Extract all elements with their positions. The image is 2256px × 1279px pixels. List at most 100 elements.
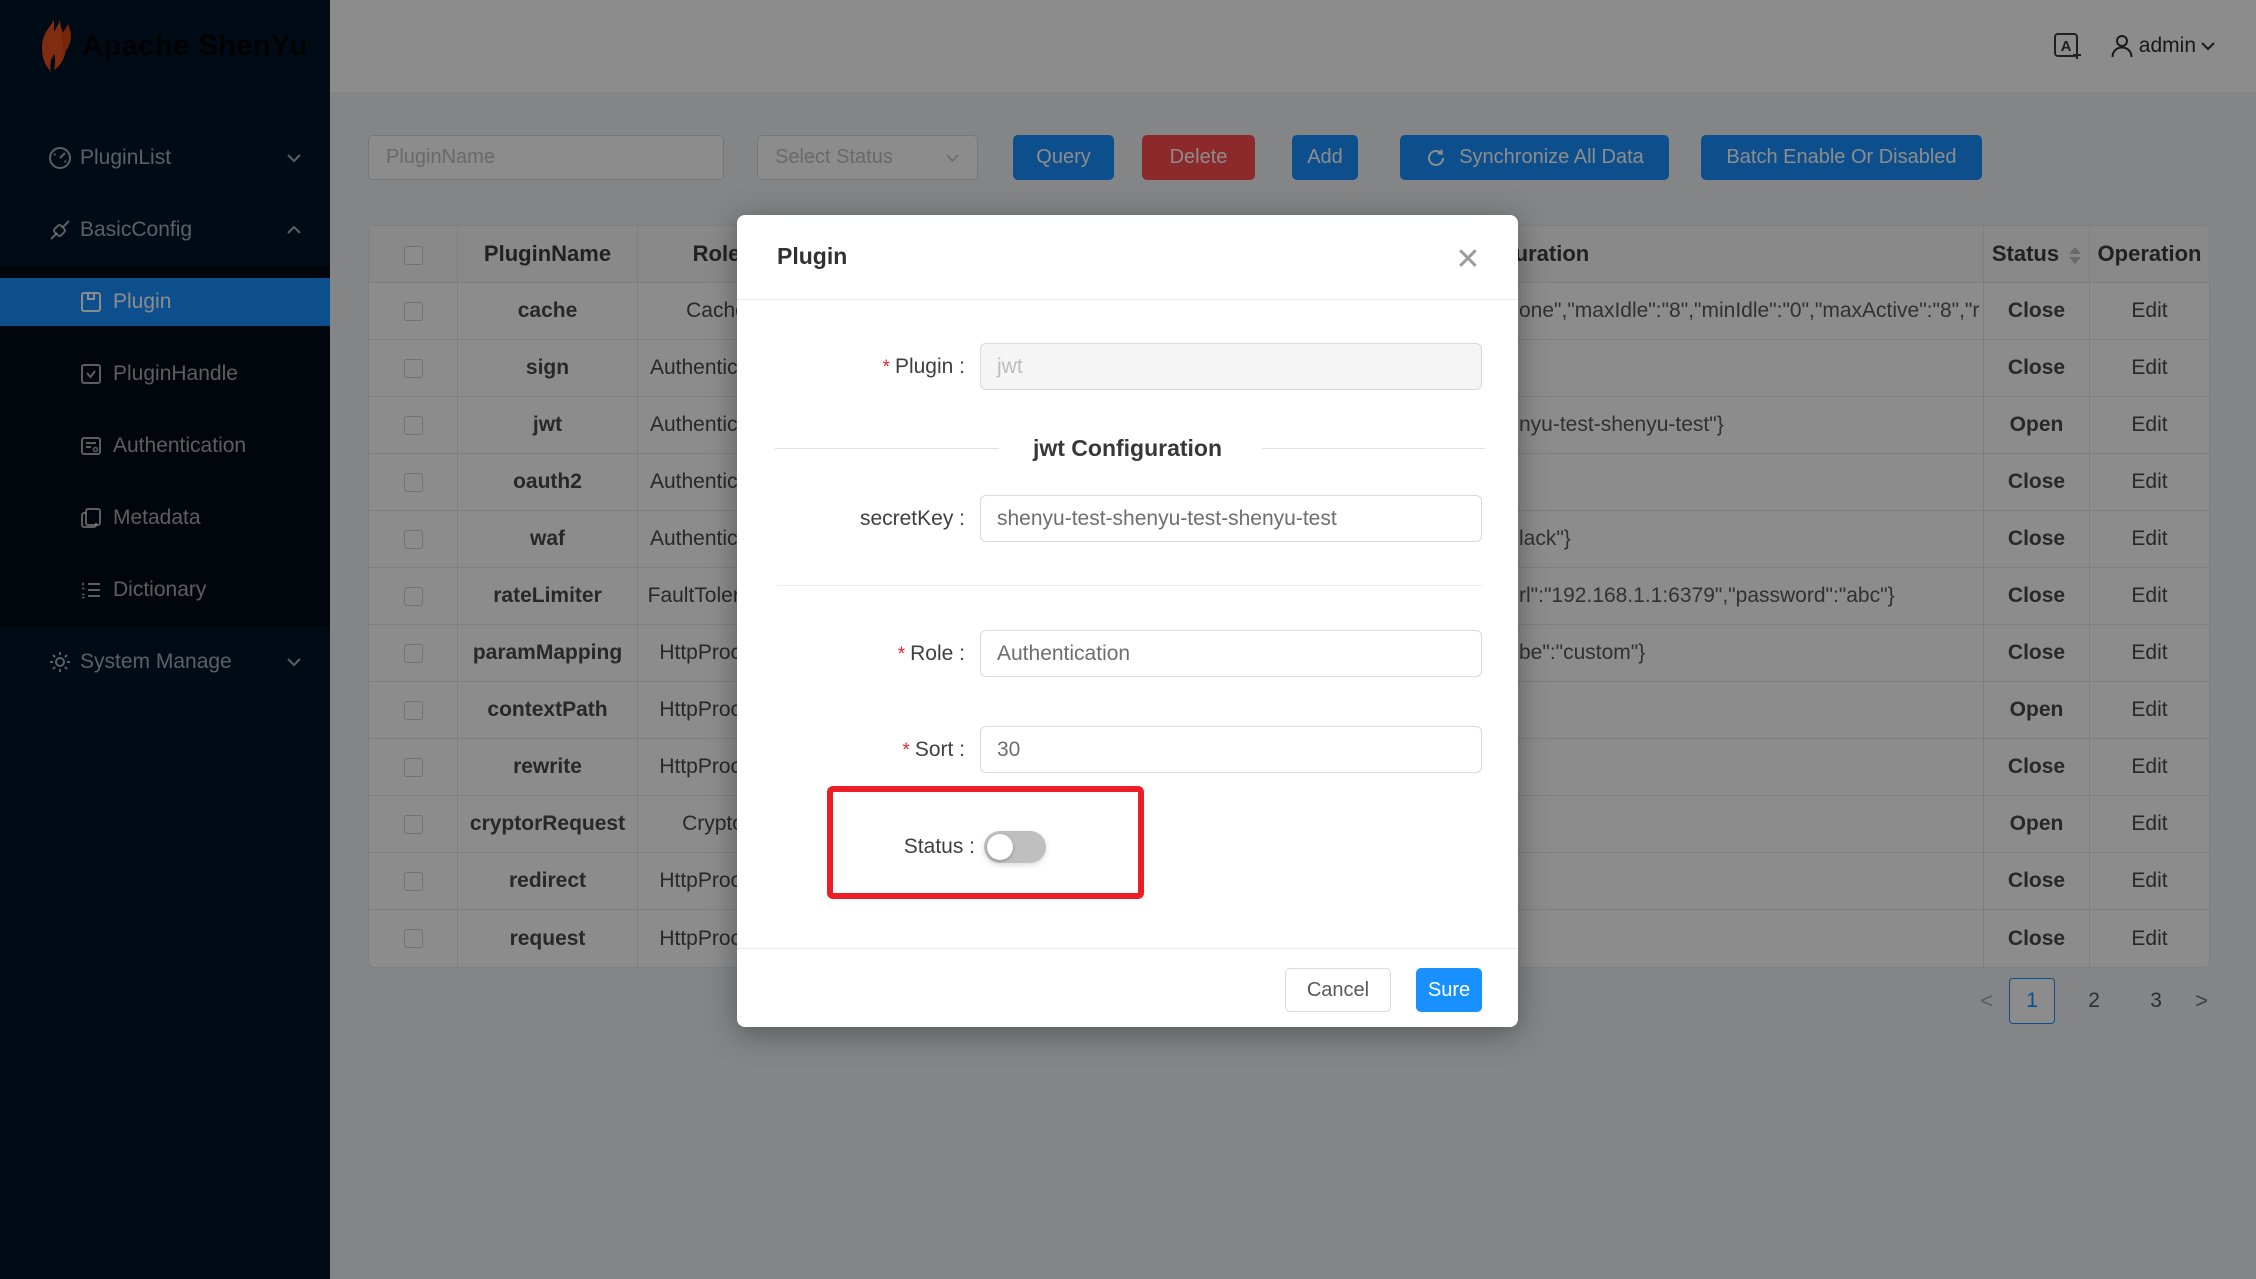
sidebar-item-pluginhandle[interactable]: PluginHandle [0,350,330,398]
sidebar-item-system-manage[interactable]: System Manage [0,638,330,686]
row-checkbox[interactable] [404,701,423,720]
sort-field-input[interactable]: 30 [980,726,1482,773]
modal-header: Plugin ✕ [737,215,1518,300]
edit-link[interactable]: Edit [2090,511,2209,568]
row-checkbox[interactable] [404,644,423,663]
secretkey-field-input[interactable]: shenyu-test-shenyu-test-shenyu-test [980,495,1482,542]
row-checkbox[interactable] [404,587,423,606]
caret-down-icon [2200,40,2216,52]
sidebar-item-pluginlist[interactable]: PluginList [0,134,330,182]
prev-page-arrow[interactable]: < [1980,988,1993,1014]
status-toggle[interactable] [984,831,1046,863]
row-checkbox[interactable] [404,530,423,549]
sync-icon [1425,147,1447,169]
basicconfig-submenu: Plugin PluginHandle Authentication Metad… [0,266,330,626]
chevron-down-icon [286,153,302,163]
row-checkbox[interactable] [404,929,423,948]
status-badge: Close [1984,568,2090,625]
edit-link[interactable]: Edit [2090,739,2209,796]
batch-enable-disable-button[interactable]: Batch Enable Or Disabled [1701,135,1982,180]
chevron-down-icon [286,657,302,667]
row-checkbox[interactable] [404,815,423,834]
modal-footer: Cancel Sure [737,948,1518,1027]
col-header-status[interactable]: Status [1984,226,2090,283]
edit-link[interactable]: Edit [2090,910,2209,967]
status-badge: Close [1984,853,2090,910]
status-badge: Close [1984,511,2090,568]
sidebar-item-label: System Manage [80,650,232,674]
status-select[interactable]: Select Status [757,135,978,180]
close-icon[interactable]: ✕ [1446,237,1490,281]
synchronize-all-data-button[interactable]: Synchronize All Data [1400,135,1669,180]
edit-link[interactable]: Edit [2090,625,2209,682]
next-page-arrow[interactable]: > [2195,988,2208,1014]
required-asterisk: * [898,644,905,665]
api-plug-icon [47,217,73,243]
plugin-name-cell: jwt [458,397,638,454]
row-checkbox[interactable] [404,416,423,435]
col-header-pluginname: PluginName [458,226,638,283]
status-badge: Close [1984,625,2090,682]
status-badge: Close [1984,454,2090,511]
sidebar-item-metadata[interactable]: Metadata [0,494,330,542]
select-all-checkbox[interactable] [404,246,423,265]
row-checkbox[interactable] [404,473,423,492]
plugin-name-cell: request [458,910,638,967]
status-badge: Open [1984,682,2090,739]
search-placeholder: PluginName [386,146,495,169]
edit-link[interactable]: Edit [2090,853,2209,910]
page-button-1[interactable]: 1 [2009,978,2055,1024]
required-asterisk: * [883,357,890,378]
row-checkbox[interactable] [404,302,423,321]
sort-icon[interactable] [2069,247,2081,264]
secretkey-field-row: secretKey : shenyu-test-shenyu-test-shen… [737,495,1518,542]
secretkey-field-label: secretKey : [737,495,965,542]
plugin-name-cell: waf [458,511,638,568]
sort-field-row: *Sort : 30 [737,726,1518,773]
ordered-list-icon [79,578,103,602]
status-badge: Close [1984,739,2090,796]
sure-button[interactable]: Sure [1416,968,1482,1012]
status-badge: Close [1984,283,2090,340]
search-input[interactable]: PluginName [368,135,724,180]
cancel-button[interactable]: Cancel [1285,968,1391,1012]
translate-icon[interactable]: A [2053,31,2083,61]
sidebar-item-label: PluginList [80,146,171,170]
app-logo: Apache ShenYu [0,0,330,92]
edit-link[interactable]: Edit [2090,283,2209,340]
delete-button[interactable]: Delete [1142,135,1255,180]
edit-link[interactable]: Edit [2090,568,2209,625]
chevron-down-icon [945,153,960,163]
page-button-2[interactable]: 2 [2071,978,2117,1024]
row-checkbox[interactable] [404,758,423,777]
add-button[interactable]: Add [1292,135,1358,180]
section-divider: jwt Configuration [737,425,1518,472]
sidebar-item-label: BasicConfig [80,218,192,242]
edit-link[interactable]: Edit [2090,397,2209,454]
shenyu-admin-app: A admin Apache ShenYu [0,0,2256,1279]
row-checkbox[interactable] [404,872,423,891]
edit-link[interactable]: Edit [2090,340,2209,397]
sidebar-item-basicconfig[interactable]: BasicConfig [0,206,330,254]
query-button[interactable]: Query [1013,135,1114,180]
sidebar-item-plugin[interactable]: Plugin [0,278,330,326]
delete-label: Delete [1170,146,1228,169]
plugin-field-input: jwt [980,343,1482,390]
edit-link[interactable]: Edit [2090,796,2209,853]
sidebar-item-authentication[interactable]: Authentication [0,422,330,470]
row-checkbox[interactable] [404,359,423,378]
edit-link[interactable]: Edit [2090,682,2209,739]
chevron-up-icon [286,225,302,235]
status-badge: Open [1984,796,2090,853]
user-menu[interactable]: admin [2109,33,2216,59]
sidebar-item-dictionary[interactable]: Dictionary [0,566,330,614]
dashboard-icon [47,145,73,171]
edit-link[interactable]: Edit [2090,454,2209,511]
role-field-input[interactable]: Authentication [980,630,1482,677]
check-square-icon [79,362,103,386]
app-title: Apache ShenYu [82,30,308,63]
plugin-name-cell: rateLimiter [458,568,638,625]
page-button-3[interactable]: 3 [2133,978,2179,1024]
sidebar: Apache ShenYu PluginList BasicConfig [0,0,330,1279]
toggle-knob [987,834,1013,860]
